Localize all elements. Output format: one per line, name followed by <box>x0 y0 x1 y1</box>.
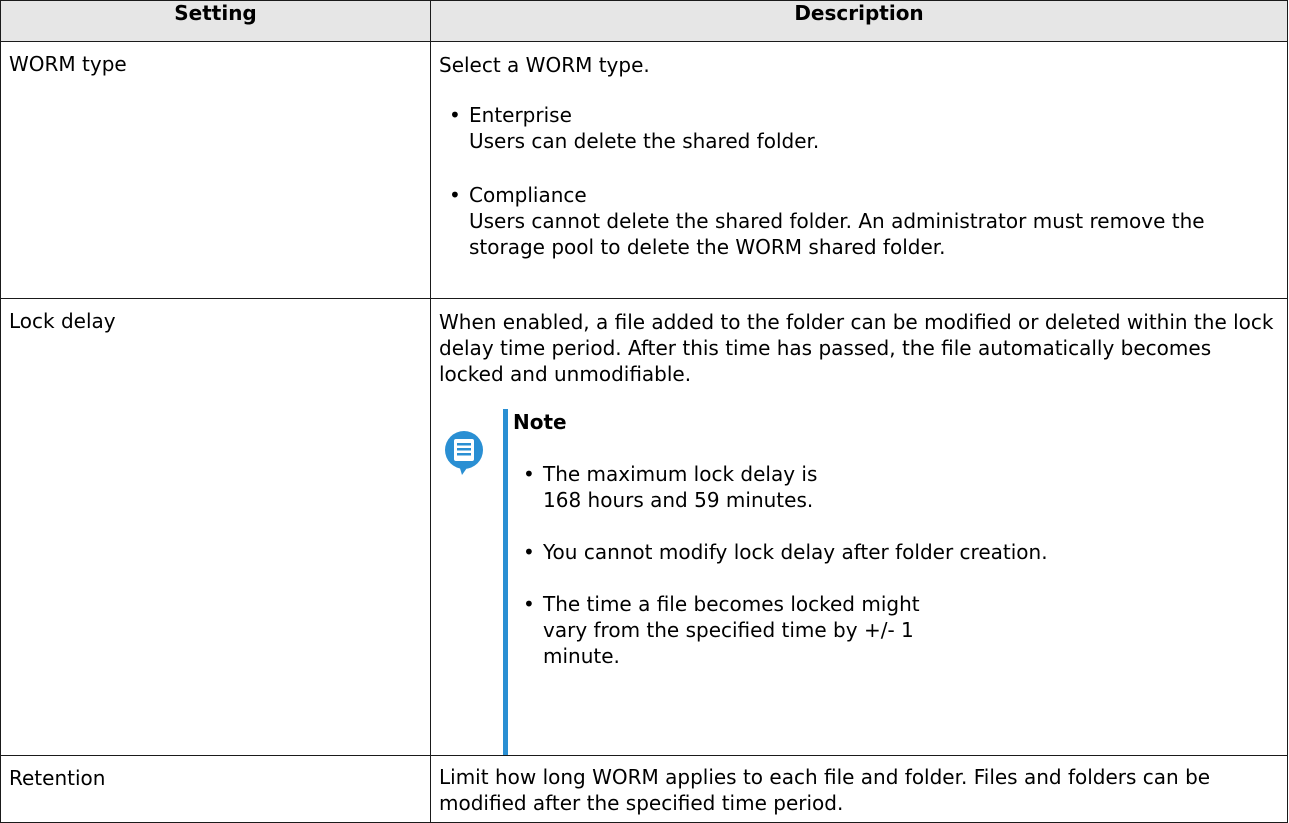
setting-description: When enabled, a file added to the folder… <box>430 298 1288 756</box>
bullet-icon: • <box>449 103 461 127</box>
note-item-text: The time a file becomes locked might var… <box>543 592 920 668</box>
note-callout: Note • The maximum lock delay is 168 hou… <box>443 409 1279 755</box>
column-header-setting: Setting <box>0 0 431 42</box>
setting-description: Select a WORM type. • Enterprise Users c… <box>430 41 1288 299</box>
note-title: Note <box>513 410 567 434</box>
list-item: • Enterprise Users can delete the shared… <box>439 102 1279 154</box>
option-title: Enterprise <box>469 103 572 127</box>
note-list: • The maximum lock delay is 168 hours an… <box>513 461 1279 669</box>
table-row: WORM type Select a WORM type. • Enterpri… <box>0 41 1288 299</box>
note-item-text: The maximum lock delay is 168 hours and … <box>543 462 818 512</box>
bullet-icon: • <box>449 183 461 207</box>
header-row: Setting Description <box>0 0 1288 42</box>
setting-description: Limit how long WORM applies to each file… <box>430 755 1288 823</box>
description-intro: When enabled, a file added to the folder… <box>439 310 1274 386</box>
note-accent-bar <box>503 409 508 755</box>
bullet-icon: • <box>523 592 535 616</box>
setting-name: Lock delay <box>0 298 431 756</box>
bullet-icon: • <box>523 462 535 486</box>
settings-table: Setting Description WORM type Select a W… <box>0 0 1288 823</box>
note-icon <box>443 429 485 477</box>
option-description: Users can delete the shared folder. <box>469 129 820 153</box>
description-intro: Select a WORM type. <box>439 53 650 77</box>
note-item-text: You cannot modify lock delay after folde… <box>543 540 1048 564</box>
list-item: • The time a file becomes locked might v… <box>513 591 1279 669</box>
table-row: Lock delay When enabled, a file added to… <box>0 298 1288 756</box>
table-header: Setting Description <box>0 0 1288 42</box>
setting-name: WORM type <box>0 41 431 299</box>
option-title: Compliance <box>469 183 587 207</box>
worm-type-options: • Enterprise Users can delete the shared… <box>439 102 1279 260</box>
list-item: • You cannot modify lock delay after fol… <box>513 539 1279 565</box>
table-row: Retention Limit how long WORM applies to… <box>0 755 1288 823</box>
setting-name: Retention <box>0 755 431 823</box>
list-item: • Compliance Users cannot delete the sha… <box>439 182 1279 260</box>
column-header-description: Description <box>430 0 1288 42</box>
list-item: • The maximum lock delay is 168 hours an… <box>513 461 1279 513</box>
bullet-icon: • <box>523 540 535 564</box>
option-description: Users cannot delete the shared folder. A… <box>469 209 1205 259</box>
description-intro: Limit how long WORM applies to each file… <box>439 765 1211 815</box>
